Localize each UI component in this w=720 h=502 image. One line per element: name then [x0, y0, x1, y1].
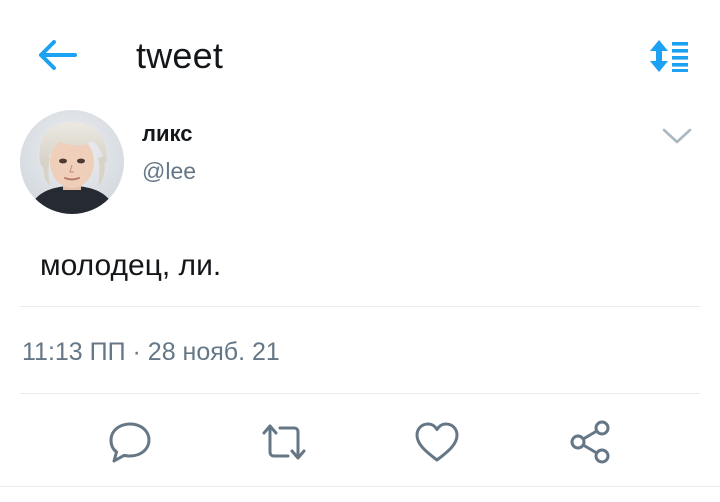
retweet-button[interactable] — [258, 416, 310, 468]
sort-list-icon — [650, 40, 688, 72]
retweet-icon — [262, 424, 306, 460]
sort-button[interactable] — [646, 38, 692, 74]
author-display-name[interactable]: ликс — [142, 121, 192, 147]
back-button[interactable] — [36, 38, 78, 72]
like-icon — [415, 422, 459, 462]
divider — [20, 306, 700, 307]
reply-icon — [109, 422, 151, 463]
profile-photo — [20, 110, 124, 214]
divider — [0, 486, 720, 487]
share-button[interactable] — [566, 416, 618, 468]
app-header: tweet — [0, 0, 720, 115]
chevron-down-icon — [662, 128, 692, 144]
tweet-text: молодец, ли. — [40, 249, 222, 282]
avatar[interactable] — [20, 110, 124, 214]
divider — [20, 393, 700, 394]
author-handle[interactable]: @lee — [142, 157, 196, 185]
arrow-left-icon — [39, 40, 77, 70]
page-title: tweet — [136, 35, 224, 76]
share-icon — [570, 420, 610, 464]
tweet-menu-button[interactable] — [660, 124, 694, 148]
reply-button[interactable] — [104, 416, 156, 468]
like-button[interactable] — [411, 416, 463, 468]
tweet-timestamp[interactable]: 11:13 ПП · 28 нояб. 21 — [22, 337, 280, 367]
